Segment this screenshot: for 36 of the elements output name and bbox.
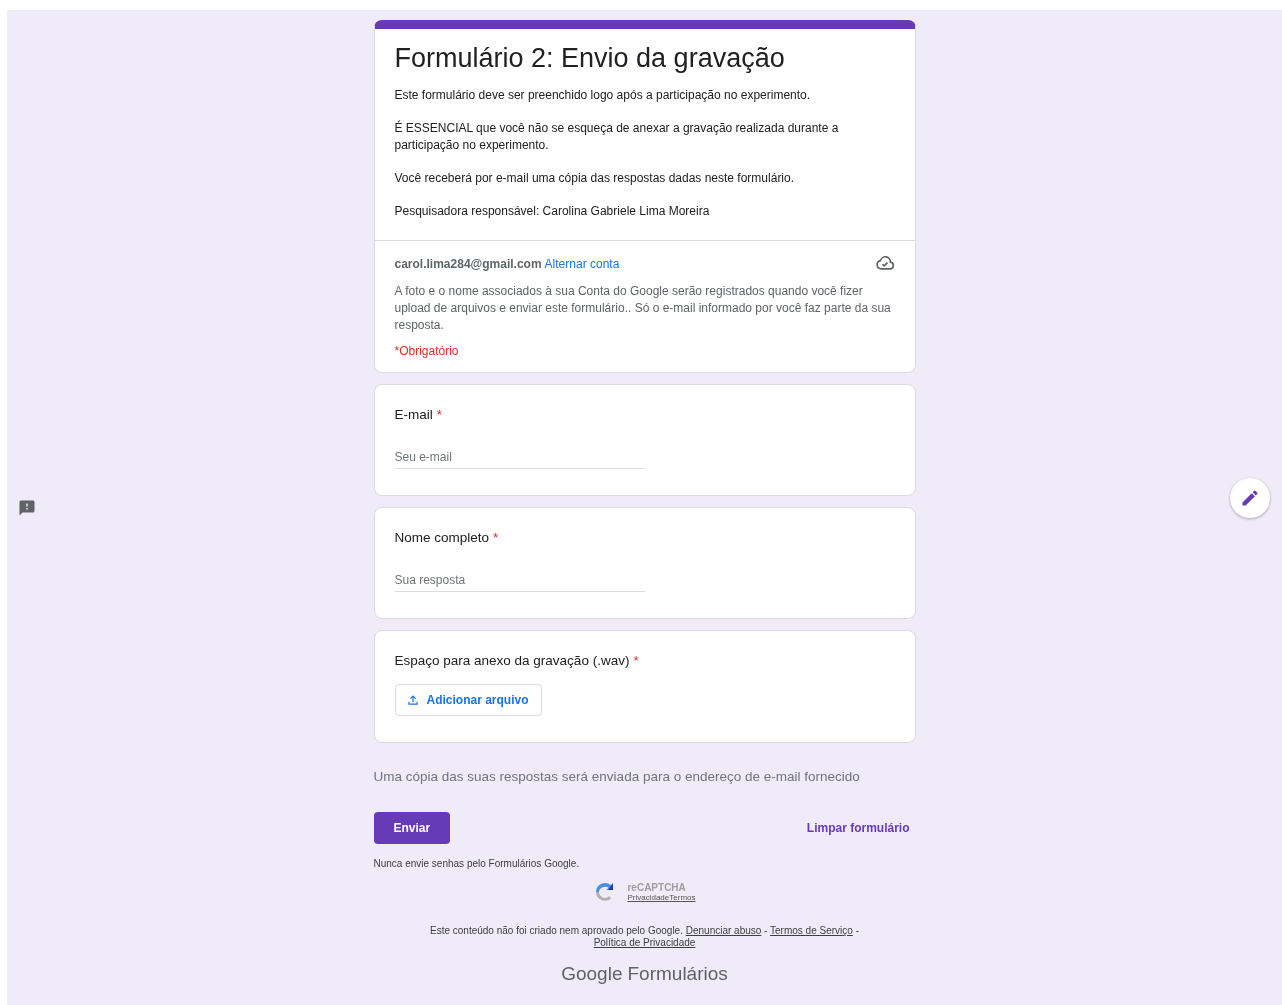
footer-link[interactable]: Termos de Serviço bbox=[770, 925, 853, 936]
answer-field[interactable]: Sua resposta bbox=[394, 569, 645, 592]
footer-link[interactable]: Denunciar abuso bbox=[685, 925, 762, 936]
required-mark: * bbox=[436, 407, 443, 422]
answer-field[interactable]: Seu e-mail bbox=[394, 446, 645, 469]
edit-button[interactable] bbox=[1230, 477, 1270, 518]
question-label: Espaço para anexo da gravação (.wav) bbox=[394, 653, 630, 668]
copy-notice: Uma cópia das suas respostas será enviada para o endereço de e-mail fornecido bbox=[373, 769, 861, 784]
clear-form-button[interactable]: Limpar formulário bbox=[800, 813, 916, 843]
recaptcha-label: reCAPTCHA bbox=[627, 882, 687, 893]
required-mark: * bbox=[493, 530, 499, 545]
account-email: carol.lima284@gmail.com bbox=[394, 257, 542, 271]
submit-button[interactable]: Enviar bbox=[373, 812, 451, 844]
disclaimer-text: Este conteúdo não foi criado nem aprovado pelo Google. Denunciar abuso - Termos de Serviço - Política de Privacidade bbox=[429, 925, 860, 949]
required-note: *Obrigatório bbox=[394, 344, 460, 358]
question-label: E-mail bbox=[394, 407, 433, 422]
feedback-icon bbox=[18, 498, 36, 517]
add-file-button[interactable]: Adicionar arquivo bbox=[394, 684, 542, 716]
upload-icon bbox=[405, 693, 420, 707]
brand-logo-text: Google bbox=[561, 963, 623, 984]
pencil-icon bbox=[1240, 487, 1260, 508]
question-label: Nome completo bbox=[394, 530, 490, 545]
privacy-link[interactable]: Privacidade bbox=[627, 893, 670, 902]
form-description: É ESSENCIAL que você não se esqueça de anexar a gravação realizada durante a participação no experimento. bbox=[394, 120, 840, 154]
brand-product-name: Formulários bbox=[627, 963, 728, 984]
password-warning: Nunca envie senhas pelo Formulários Google. bbox=[373, 858, 581, 869]
footer-link[interactable]: Política de Privacidade bbox=[593, 937, 696, 948]
cloud-check-icon bbox=[874, 253, 895, 273]
account-notice: A foto e o nome associados à sua Conta do Google serão registrados quando você fizer upload de arquivos e enviar este formulário.. Só o e-mail informado por você faz parte da sua resposta. bbox=[394, 283, 892, 334]
terms-link[interactable]: Termos bbox=[669, 893, 696, 902]
form-description: Este formulário deve ser preenchido logo após a participação no experimento. bbox=[394, 87, 812, 104]
required-mark: * bbox=[633, 653, 639, 668]
form-description: Você receberá por e-mail uma cópia das respostas dadas neste formulário. bbox=[394, 170, 796, 187]
switch-account-link[interactable]: Alternar conta bbox=[544, 257, 620, 271]
form-title: Formulário 2: Envio da gravação bbox=[394, 42, 786, 75]
form-description: Pesquisadora responsável: Carolina Gabriele Lima Moreira bbox=[394, 203, 711, 220]
